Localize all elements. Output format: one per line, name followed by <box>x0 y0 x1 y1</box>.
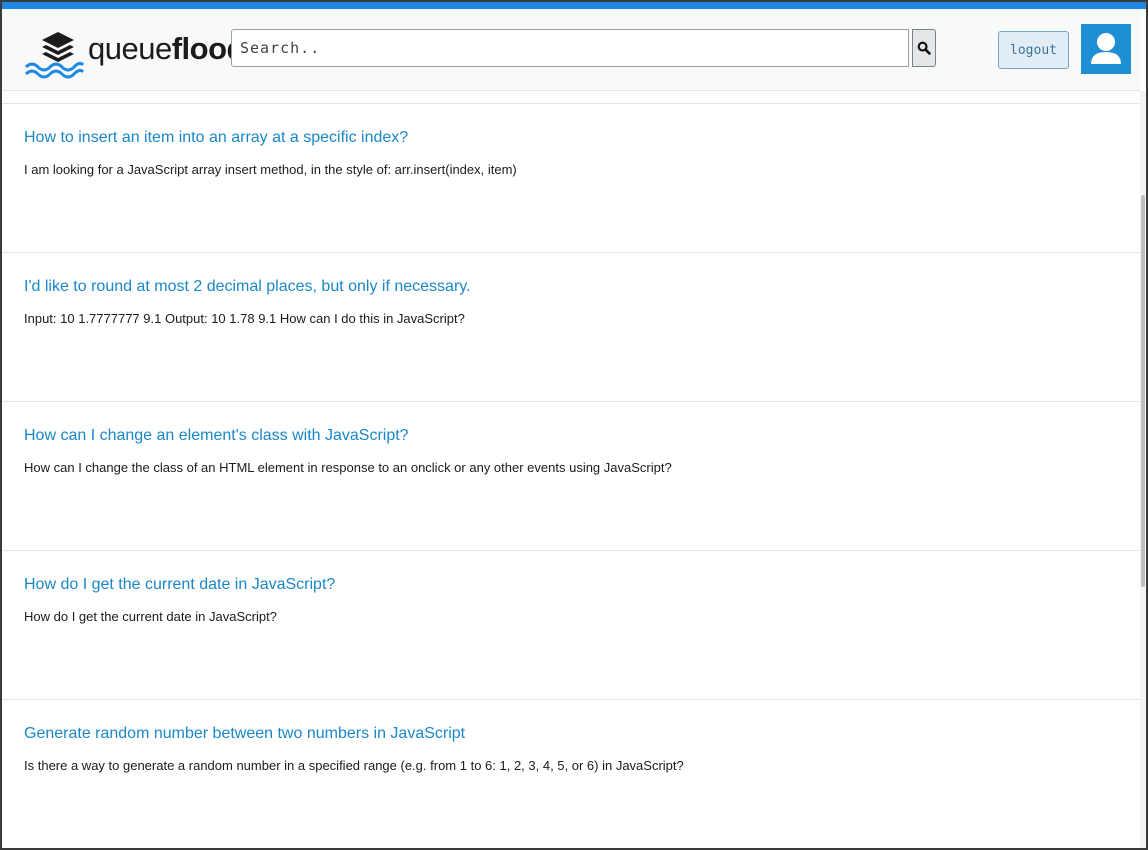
search-icon <box>917 41 931 55</box>
question-excerpt: I am looking for a JavaScript array inse… <box>24 162 517 177</box>
question-list: How to insert an item into an array at a… <box>2 103 1140 848</box>
question-title-link[interactable]: I'd like to round at most 2 decimal plac… <box>24 278 471 296</box>
user-avatar-icon <box>1091 33 1121 64</box>
question-item: How can I change an element's class with… <box>2 401 1140 550</box>
question-item: I'd like to round at most 2 decimal plac… <box>2 252 1140 401</box>
question-excerpt: Is there a way to generate a random numb… <box>24 758 684 773</box>
logo-wordmark: queueflood <box>88 31 245 67</box>
search-button[interactable] <box>912 29 936 67</box>
question-title-link[interactable]: Generate random number between two numbe… <box>24 725 465 743</box>
search-input[interactable] <box>231 29 909 67</box>
question-item: Generate random number between two numbe… <box>2 699 1140 848</box>
scrollbar-thumb[interactable] <box>1141 195 1145 587</box>
user-avatar[interactable] <box>1081 24 1131 74</box>
question-title-link[interactable]: How do I get the current date in JavaScr… <box>24 576 335 594</box>
stacked-layers-with-waves-icon <box>24 32 85 79</box>
site-logo[interactable]: queueflood <box>24 25 245 79</box>
site-header: queueflood logout <box>2 9 1140 91</box>
logo-wordmark-light: queue <box>88 31 172 66</box>
top-accent-bar <box>2 2 1146 9</box>
question-title-link[interactable]: How to insert an item into an array at a… <box>24 129 408 147</box>
question-item: How to insert an item into an array at a… <box>2 103 1140 252</box>
question-item: How do I get the current date in JavaScr… <box>2 550 1140 699</box>
question-excerpt: How can I change the class of an HTML el… <box>24 460 672 475</box>
vertical-scrollbar[interactable] <box>1140 91 1146 848</box>
question-title-link[interactable]: How can I change an element's class with… <box>24 427 409 445</box>
browser-viewport: queueflood logout How to insert an item … <box>2 2 1146 848</box>
question-excerpt: How do I get the current date in JavaScr… <box>24 609 277 624</box>
logout-button[interactable]: logout <box>998 31 1069 69</box>
question-excerpt: Input: 10 1.7777777 9.1 Output: 10 1.78 … <box>24 311 465 326</box>
